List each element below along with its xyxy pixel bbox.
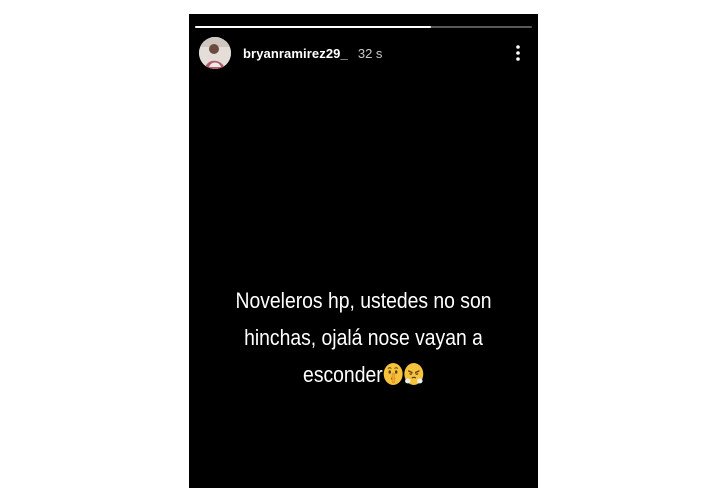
caption-line-3-text: esconder — [303, 362, 383, 387]
more-vertical-icon — [516, 45, 520, 61]
story-progress-fill — [195, 26, 431, 28]
caption-line-2: hinchas, ojalá nose vayan a — [244, 325, 483, 350]
caption-line-3: esconder — [225, 356, 501, 397]
username-link[interactable]: bryanramirez29_ — [243, 46, 348, 61]
story-timestamp: 32 s — [357, 45, 383, 61]
story-viewer[interactable]: bryanramirez29_ 32 s Noveleros hp, usted… — [189, 14, 538, 488]
caption-line-1: Noveleros hp, ustedes no son — [235, 288, 492, 313]
more-options-button[interactable] — [508, 40, 528, 66]
story-header: bryanramirez29_ 32 s — [199, 36, 528, 70]
shushing-face-icon — [383, 360, 404, 397]
avatar-image — [199, 37, 231, 69]
face-with-steam-icon — [403, 360, 424, 397]
profile-avatar[interactable] — [199, 37, 231, 69]
story-caption: Noveleros hp, ustedes no son hinchas, oj… — [225, 282, 501, 397]
story-progress-bar — [195, 26, 532, 28]
